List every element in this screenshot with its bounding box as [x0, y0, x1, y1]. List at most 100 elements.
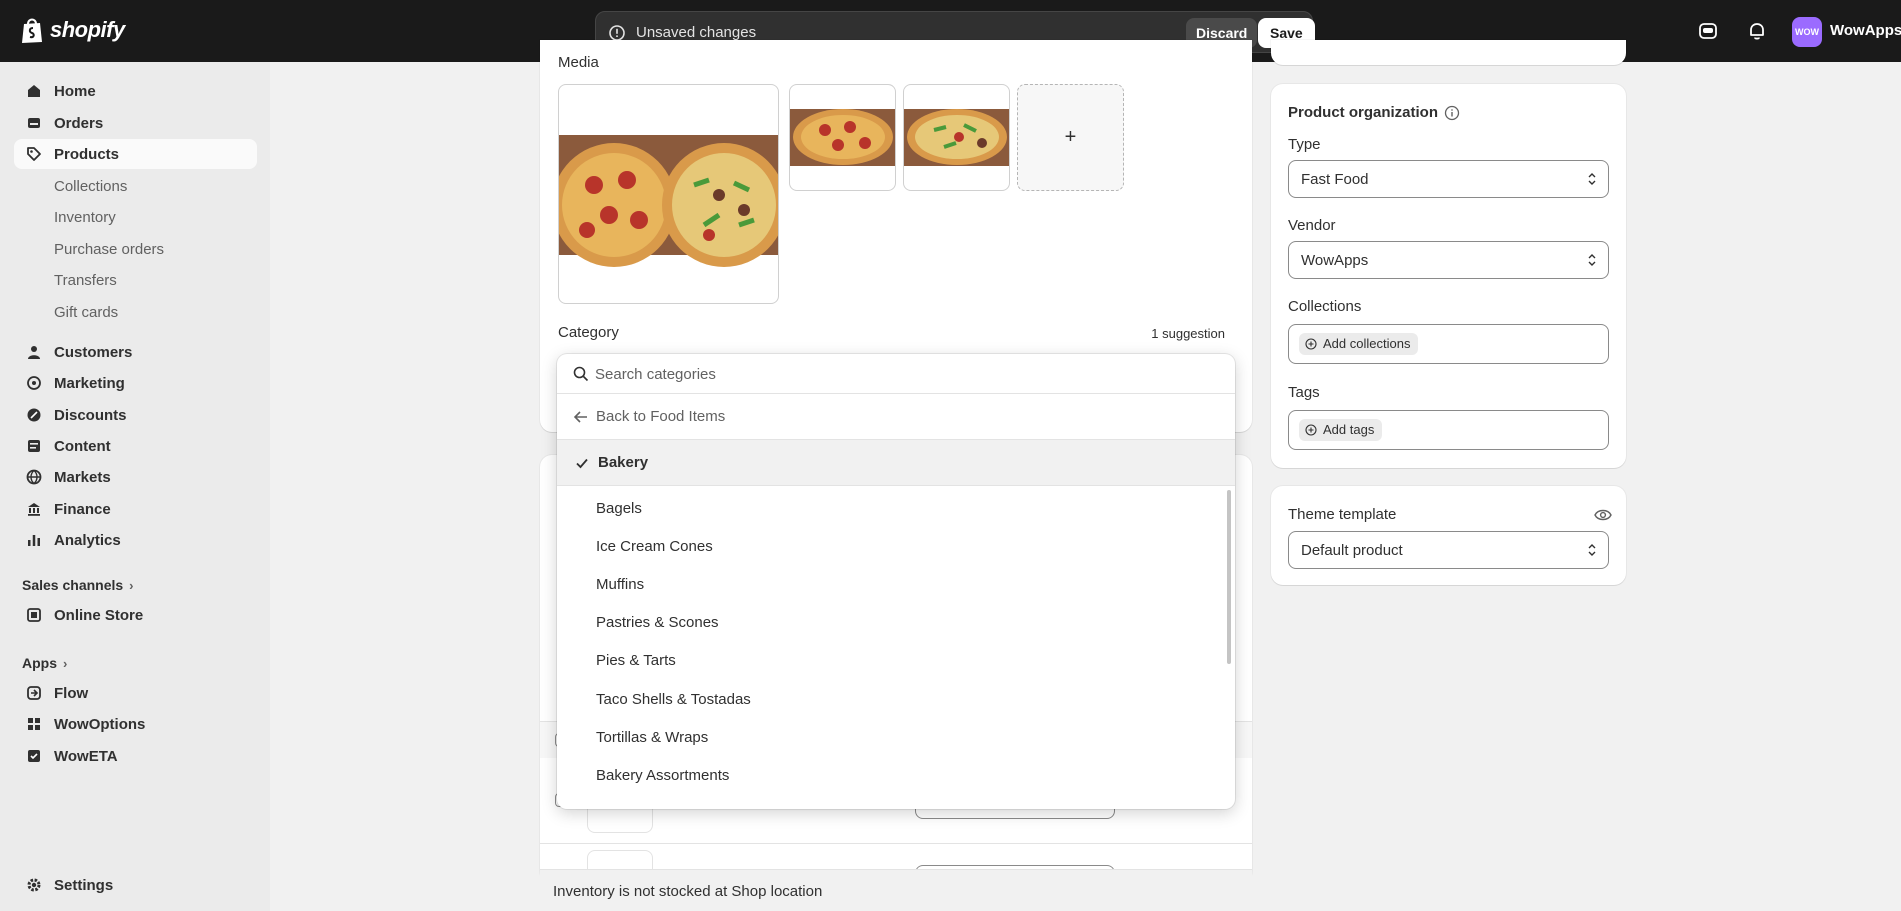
- media-main-image[interactable]: [558, 84, 779, 304]
- sidebar: Home Orders Products Collections Invento…: [0, 62, 270, 911]
- sidebar-item-wowoptions[interactable]: WowOptions: [14, 709, 257, 739]
- sidebar-subitem-transfers[interactable]: Transfers: [54, 272, 117, 289]
- category-search-input[interactable]: [595, 360, 1195, 388]
- category-option[interactable]: Pies & Tarts: [596, 652, 676, 669]
- media-thumbnail-2[interactable]: [903, 84, 1010, 191]
- tags-field[interactable]: Add tags: [1288, 410, 1609, 450]
- vendor-label: Vendor: [1288, 217, 1336, 234]
- sidebar-item-discounts[interactable]: Discounts: [14, 400, 257, 430]
- media-label: Media: [558, 54, 599, 71]
- plus-circle-icon: [1305, 424, 1317, 436]
- store-avatar[interactable]: WOW: [1792, 17, 1822, 47]
- arrow-left-icon: [573, 411, 587, 423]
- select-chevron-icon: [1588, 254, 1596, 266]
- search-icon: [573, 366, 589, 382]
- select-chevron-icon: [1588, 173, 1596, 185]
- category-option[interactable]: Taco Shells & Tostadas: [596, 691, 751, 708]
- sidebar-item-home[interactable]: Home: [14, 76, 257, 106]
- category-option[interactable]: Muffins: [596, 576, 644, 593]
- media-thumbnail-1[interactable]: [789, 84, 896, 191]
- category-option[interactable]: Ice Cream Cones: [596, 538, 713, 555]
- theme-template-value: Default product: [1301, 542, 1403, 559]
- content-icon: [28, 440, 40, 452]
- sidebar-item-label: Orders: [54, 115, 104, 132]
- select-chevron-icon: [1588, 544, 1596, 556]
- globe-icon: [26, 469, 42, 485]
- sidebar-item-orders[interactable]: Orders: [14, 108, 257, 138]
- category-option[interactable]: Pastries & Scones: [596, 614, 719, 631]
- sidebar-item-label: WowOptions: [54, 716, 146, 733]
- sidebar-item-label: Settings: [54, 877, 114, 894]
- add-collections-button[interactable]: Add collections: [1299, 333, 1419, 355]
- sidebar-item-label: Markets: [54, 469, 111, 486]
- shopify-logo[interactable]: shopify: [20, 16, 125, 44]
- info-icon[interactable]: [1444, 105, 1460, 121]
- chevron-right-icon: ›: [129, 577, 134, 593]
- unsaved-message: Unsaved changes: [636, 24, 757, 41]
- person-icon: [28, 346, 40, 359]
- category-option[interactable]: Bakery Assortments: [596, 767, 729, 784]
- status-card: [1271, 40, 1626, 65]
- orders-icon: [28, 118, 40, 128]
- type-label: Type: [1288, 136, 1321, 153]
- organization-title: Product organization: [1288, 104, 1438, 121]
- bank-icon: [28, 503, 40, 516]
- back-to-food-items[interactable]: Back to Food Items: [557, 394, 1235, 440]
- notification-bell-icon[interactable]: [1747, 21, 1767, 41]
- selected-category-label: Bakery: [598, 454, 649, 471]
- theme-template-select[interactable]: Default product: [1288, 531, 1609, 569]
- sidebar-item-woweta[interactable]: WowETA: [14, 741, 257, 771]
- add-tags-button[interactable]: Add tags: [1299, 419, 1383, 441]
- vendor-select[interactable]: WowApps: [1288, 241, 1609, 279]
- flow-app-icon: [27, 686, 41, 700]
- checkmark-icon: [576, 458, 588, 469]
- app-square-icon: [28, 750, 40, 762]
- apps-heading[interactable]: Apps ›: [22, 655, 67, 671]
- sidebar-item-content[interactable]: Content: [14, 431, 257, 461]
- add-collections-label: Add collections: [1323, 336, 1411, 351]
- chevron-right-icon: ›: [63, 655, 68, 671]
- sidebar-item-label: Marketing: [54, 375, 125, 392]
- tag-icon: [27, 147, 41, 161]
- sidebar-subitem-purchase-orders[interactable]: Purchase orders: [54, 241, 164, 258]
- store-name[interactable]: WowApps: [1830, 22, 1901, 39]
- sidebar-item-flow[interactable]: Flow: [14, 678, 257, 708]
- divider: [540, 843, 1252, 844]
- home-icon: [28, 85, 40, 97]
- sidebar-item-marketing[interactable]: Marketing: [14, 368, 257, 398]
- category-option[interactable]: Bagels: [596, 500, 642, 517]
- app-grid-icon: [28, 718, 40, 730]
- sidekick-icon[interactable]: [1698, 21, 1718, 41]
- vendor-value: WowApps: [1301, 252, 1369, 269]
- apps-label: Apps: [22, 655, 57, 671]
- sidebar-item-settings[interactable]: Settings: [14, 870, 257, 900]
- eye-icon[interactable]: [1594, 508, 1612, 522]
- sidebar-subitem-collections[interactable]: Collections: [54, 178, 127, 195]
- sidebar-item-label: Online Store: [54, 607, 144, 624]
- category-suggestion[interactable]: 1 suggestion: [1151, 326, 1225, 341]
- sidebar-item-markets[interactable]: Markets: [14, 462, 257, 492]
- sidebar-subitem-inventory[interactable]: Inventory: [54, 209, 116, 226]
- collections-field[interactable]: Add collections: [1288, 324, 1609, 364]
- dropdown-scrollbar[interactable]: [1227, 490, 1231, 664]
- add-media-button[interactable]: +: [1017, 84, 1124, 191]
- category-search: [557, 354, 1235, 394]
- sidebar-item-label: Customers: [54, 344, 133, 361]
- category-option-selected[interactable]: Bakery: [557, 440, 1235, 486]
- sidebar-item-finance[interactable]: Finance: [14, 494, 257, 524]
- type-select[interactable]: Fast Food: [1288, 160, 1609, 198]
- sidebar-item-label: Analytics: [54, 532, 121, 549]
- sales-channels-heading[interactable]: Sales channels ›: [22, 577, 134, 593]
- sidebar-item-label: Content: [54, 438, 111, 455]
- category-option[interactable]: Tortillas & Wraps: [596, 729, 708, 746]
- sidebar-item-label: Flow: [54, 685, 89, 702]
- target-icon: [27, 376, 41, 390]
- sidebar-item-label: WowETA: [54, 748, 118, 765]
- sidebar-item-analytics[interactable]: Analytics: [14, 525, 257, 555]
- sidebar-item-customers[interactable]: Customers: [14, 337, 257, 367]
- sidebar-subitem-gift-cards[interactable]: Gift cards: [54, 304, 118, 321]
- store-icon: [27, 608, 41, 622]
- sidebar-item-products[interactable]: Products: [14, 139, 257, 169]
- sidebar-item-online-store[interactable]: Online Store: [14, 600, 257, 630]
- sales-channels-label: Sales channels: [22, 577, 124, 593]
